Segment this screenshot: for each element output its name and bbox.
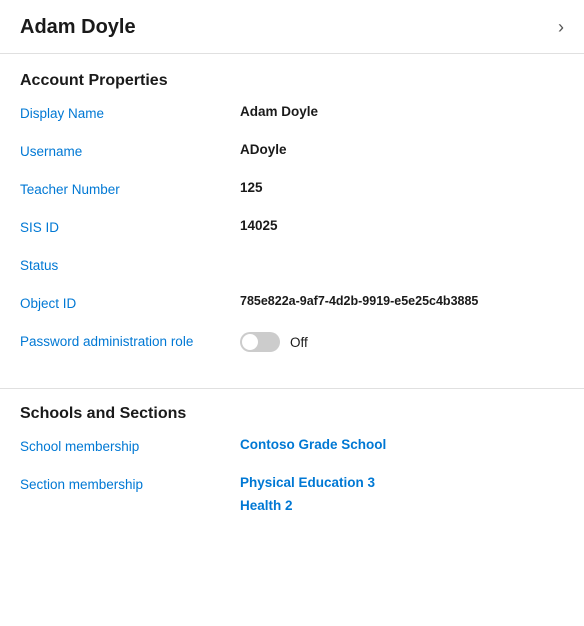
account-properties-section: Account Properties Display Name Adam Doy… bbox=[0, 54, 584, 380]
password-admin-role-toggle-label: Off bbox=[290, 335, 308, 350]
display-name-label: Display Name bbox=[20, 104, 240, 121]
username-value: ADoyle bbox=[240, 142, 564, 157]
status-label: Status bbox=[20, 256, 240, 273]
section-membership-value-1[interactable]: Physical Education 3 bbox=[240, 475, 375, 490]
password-admin-role-row: Password administration role Off bbox=[20, 332, 564, 360]
section-membership-values: Physical Education 3 Health 2 bbox=[240, 475, 375, 513]
page-header: Adam Doyle › bbox=[0, 0, 584, 54]
teacher-number-row: Teacher Number 125 bbox=[20, 180, 564, 208]
password-admin-role-label: Password administration role bbox=[20, 332, 240, 349]
section-divider bbox=[0, 388, 584, 389]
chevron-right-icon[interactable]: › bbox=[558, 17, 564, 38]
username-row: Username ADoyle bbox=[20, 142, 564, 170]
object-id-label: Object ID bbox=[20, 294, 240, 311]
page-title: Adam Doyle bbox=[20, 16, 136, 39]
school-membership-row: School membership Contoso Grade School bbox=[20, 437, 564, 465]
username-label: Username bbox=[20, 142, 240, 159]
sis-id-row: SIS ID 14025 bbox=[20, 218, 564, 246]
password-admin-role-toggle-container: Off bbox=[240, 332, 308, 352]
school-membership-value[interactable]: Contoso Grade School bbox=[240, 437, 564, 452]
password-admin-role-toggle[interactable] bbox=[240, 332, 280, 352]
schools-sections-title: Schools and Sections bbox=[20, 405, 564, 423]
school-membership-label: School membership bbox=[20, 437, 240, 454]
sis-id-value: 14025 bbox=[240, 218, 564, 233]
section-membership-value-2[interactable]: Health 2 bbox=[240, 498, 375, 513]
schools-sections-section: Schools and Sections School membership C… bbox=[0, 395, 584, 543]
status-row: Status bbox=[20, 256, 564, 284]
teacher-number-value: 125 bbox=[240, 180, 564, 195]
display-name-value: Adam Doyle bbox=[240, 104, 564, 119]
account-properties-title: Account Properties bbox=[20, 72, 564, 90]
sis-id-label: SIS ID bbox=[20, 218, 240, 235]
teacher-number-label: Teacher Number bbox=[20, 180, 240, 197]
section-membership-label: Section membership bbox=[20, 475, 240, 492]
section-membership-row: Section membership Physical Education 3 … bbox=[20, 475, 564, 513]
object-id-value: 785e822a-9af7-4d2b-9919-e5e25c4b3885 bbox=[240, 294, 564, 308]
display-name-row: Display Name Adam Doyle bbox=[20, 104, 564, 132]
object-id-row: Object ID 785e822a-9af7-4d2b-9919-e5e25c… bbox=[20, 294, 564, 322]
